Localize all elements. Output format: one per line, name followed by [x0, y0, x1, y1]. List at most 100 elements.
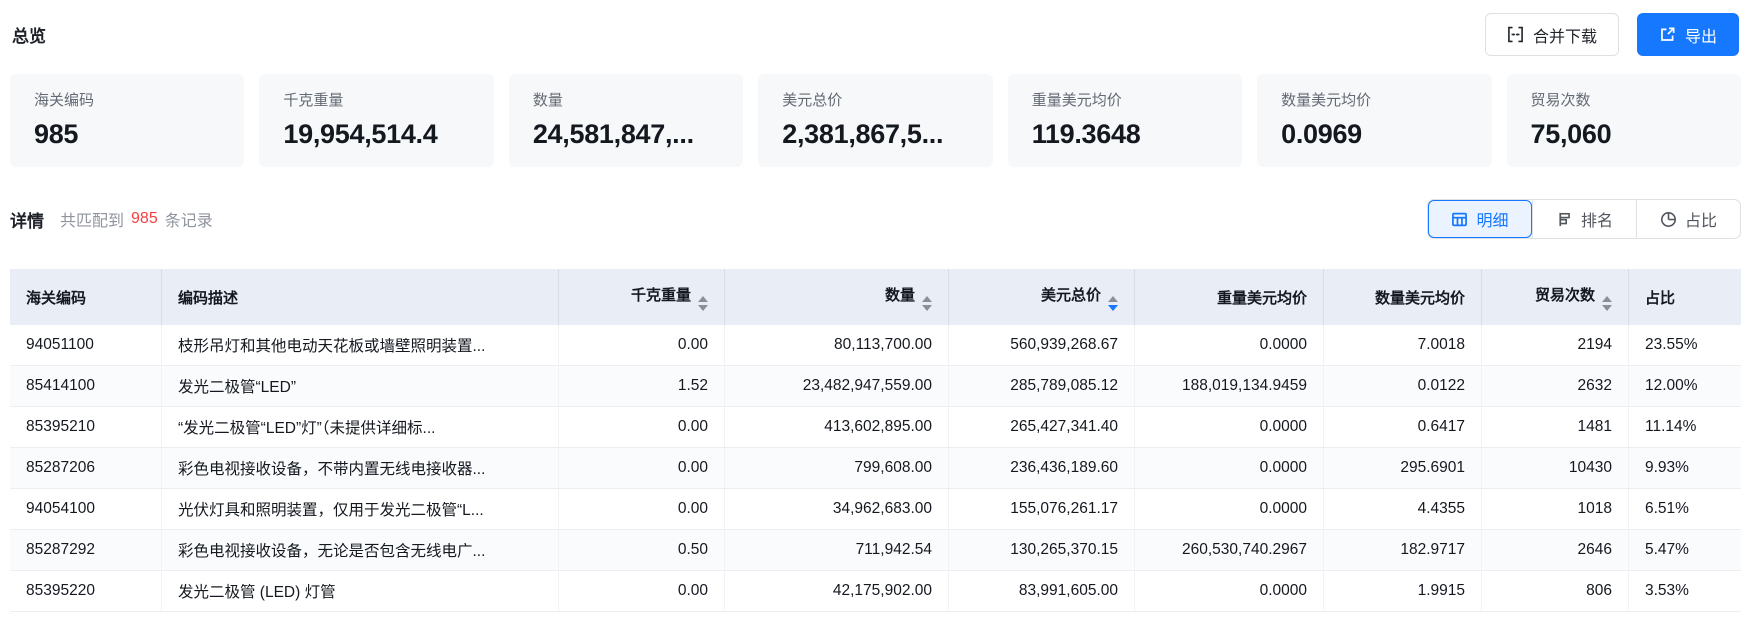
- column-header-label: 美元总价: [1041, 287, 1101, 304]
- cell-数量: 34,962,683.00: [725, 489, 949, 530]
- cell-数量美元均价: 7.0018: [1324, 325, 1482, 366]
- column-header-美元总价[interactable]: 美元总价: [949, 269, 1135, 325]
- cell-占比: 3.53%: [1629, 571, 1741, 612]
- column-header-贸易次数[interactable]: 贸易次数: [1482, 269, 1629, 325]
- stat-card: 数量24,581,847,...: [509, 74, 743, 167]
- merge-download-label: 合并下载: [1533, 23, 1597, 47]
- cell-占比: 5.47%: [1629, 530, 1741, 571]
- cell-数量美元均价: 182.9717: [1324, 530, 1482, 571]
- cell-重量美元均价: 0.0000: [1135, 489, 1324, 530]
- cell-编码描述: 枝形吊灯和其他电动天花板或墙壁照明装置...: [162, 325, 559, 366]
- details-bar: 详情 共匹配到 985 条记录 明细排名占比: [0, 199, 1751, 239]
- pie-icon: [1660, 211, 1677, 228]
- cell-占比: 9.93%: [1629, 448, 1741, 489]
- cell-贸易次数: 10430: [1482, 448, 1629, 489]
- stat-label: 海关编码: [34, 92, 220, 110]
- cell-数量: 23,482,947,559.00: [725, 366, 949, 407]
- column-header-重量美元均价: 重量美元均价: [1135, 269, 1324, 325]
- export-icon: [1659, 26, 1676, 43]
- cell-占比: 23.55%: [1629, 325, 1741, 366]
- cell-数量: 42,175,902.00: [725, 571, 949, 612]
- cell-贸易次数: 2646: [1482, 530, 1629, 571]
- cell-占比: 12.00%: [1629, 366, 1741, 407]
- table-row: 85395220发光二极管 (LED) 灯管0.0042,175,902.008…: [10, 571, 1741, 612]
- sort-icon[interactable]: [698, 296, 708, 311]
- cell-千克重量: 0.00: [559, 448, 725, 489]
- details-title: 详情: [10, 207, 44, 232]
- cell-重量美元均价: 188,019,134.9459: [1135, 366, 1324, 407]
- column-header-label: 占比: [1645, 290, 1675, 307]
- column-header-数量[interactable]: 数量: [725, 269, 949, 325]
- match-prefix: 共匹配到: [60, 207, 124, 231]
- column-header-编码描述: 编码描述: [162, 269, 559, 325]
- cell-编码描述: 发光二极管 (LED) 灯管: [162, 571, 559, 612]
- sort-icon[interactable]: [1602, 296, 1612, 311]
- cell-占比: 6.51%: [1629, 489, 1741, 530]
- cell-千克重量: 1.52: [559, 366, 725, 407]
- stat-value: 75,060: [1531, 119, 1717, 150]
- sort-icon[interactable]: [1108, 296, 1118, 311]
- cell-美元总价: 155,076,261.17: [949, 489, 1135, 530]
- cell-数量: 413,602,895.00: [725, 407, 949, 448]
- merge-icon: [1507, 26, 1524, 43]
- stat-card: 美元总价2,381,867,5...: [758, 74, 992, 167]
- cell-美元总价: 130,265,370.15: [949, 530, 1135, 571]
- column-header-label: 贸易次数: [1535, 287, 1595, 304]
- ranking-icon: [1556, 211, 1573, 228]
- cell-贸易次数: 2632: [1482, 366, 1629, 407]
- table-row: 85395210“发光二极管“LED”灯”（未提供详细标...0.00413,6…: [10, 407, 1741, 448]
- cell-海关编码: 94054100: [10, 489, 162, 530]
- cell-重量美元均价: 0.0000: [1135, 571, 1324, 612]
- cell-编码描述: 发光二极管“LED”: [162, 366, 559, 407]
- view-tab-排名[interactable]: 排名: [1532, 200, 1636, 238]
- cell-海关编码: 85287292: [10, 530, 162, 571]
- table-body: 94051100枝形吊灯和其他电动天花板或墙壁照明装置...0.0080,113…: [10, 325, 1741, 612]
- cell-编码描述: 光伏灯具和照明装置，仅用于发光二极管“L...: [162, 489, 559, 530]
- cell-数量美元均价: 0.6417: [1324, 407, 1482, 448]
- cell-贸易次数: 1018: [1482, 489, 1629, 530]
- stat-value: 0.0969: [1281, 119, 1467, 150]
- view-tabs: 明细排名占比: [1427, 199, 1741, 239]
- sort-icon[interactable]: [922, 296, 932, 311]
- column-header-label: 数量美元均价: [1375, 290, 1465, 307]
- column-header-label: 编码描述: [178, 290, 238, 307]
- column-header-海关编码: 海关编码: [10, 269, 162, 325]
- cell-编码描述: 彩色电视接收设备，无论是否包含无线电广...: [162, 530, 559, 571]
- merge-download-button[interactable]: 合并下载: [1485, 13, 1619, 56]
- cell-重量美元均价: 0.0000: [1135, 325, 1324, 366]
- cell-重量美元均价: 260,530,740.2967: [1135, 530, 1324, 571]
- details-table: 海关编码编码描述 千克重量 数量 美元总价 重量美元均价 数量美元均价 贸易次数 占比 940…: [10, 269, 1741, 612]
- cell-千克重量: 0.00: [559, 571, 725, 612]
- view-tab-label: 明细: [1476, 207, 1508, 231]
- cell-千克重量: 0.00: [559, 407, 725, 448]
- cell-千克重量: 0.00: [559, 489, 725, 530]
- stats-row: 海关编码 985 千克重量19,954,514.4数量24,581,847,...美…: [0, 74, 1751, 167]
- table-row: 85287206彩色电视接收设备，不带内置无线电接收器...0.00799,60…: [10, 448, 1741, 489]
- cell-数量: 80,113,700.00: [725, 325, 949, 366]
- cell-美元总价: 236,436,189.60: [949, 448, 1135, 489]
- stat-value: 985: [34, 119, 220, 150]
- stat-card: 千克重量19,954,514.4: [259, 74, 493, 167]
- column-header-label: 数量: [885, 287, 915, 304]
- match-suffix: 条记录: [165, 207, 213, 231]
- cell-海关编码: 85395210: [10, 407, 162, 448]
- cell-数量美元均价: 0.0122: [1324, 366, 1482, 407]
- export-button[interactable]: 导出: [1637, 13, 1739, 56]
- stat-card: 数量美元均价0.0969: [1257, 74, 1491, 167]
- column-header-千克重量[interactable]: 千克重量: [559, 269, 725, 325]
- table-row: 94051100枝形吊灯和其他电动天花板或墙壁照明装置...0.0080,113…: [10, 325, 1741, 366]
- cell-贸易次数: 1481: [1482, 407, 1629, 448]
- cell-编码描述: 彩色电视接收设备，不带内置无线电接收器...: [162, 448, 559, 489]
- cell-美元总价: 285,789,085.12: [949, 366, 1135, 407]
- view-tab-明细[interactable]: 明细: [1428, 200, 1532, 238]
- stat-label: 数量: [533, 92, 719, 110]
- table-header-row: 海关编码编码描述 千克重量 数量 美元总价 重量美元均价 数量美元均价 贸易次数 占比: [10, 269, 1741, 325]
- export-label: 导出: [1685, 23, 1717, 47]
- table-row: 94054100光伏灯具和照明装置，仅用于发光二极管“L...0.0034,96…: [10, 489, 1741, 530]
- cell-重量美元均价: 0.0000: [1135, 407, 1324, 448]
- stat-value: 119.3648: [1032, 119, 1218, 150]
- view-tab-占比[interactable]: 占比: [1636, 200, 1740, 238]
- stat-value: 19,954,514.4: [283, 119, 469, 150]
- cell-数量美元均价: 1.9915: [1324, 571, 1482, 612]
- table-row: 85414100发光二极管“LED”1.5223,482,947,559.002…: [10, 366, 1741, 407]
